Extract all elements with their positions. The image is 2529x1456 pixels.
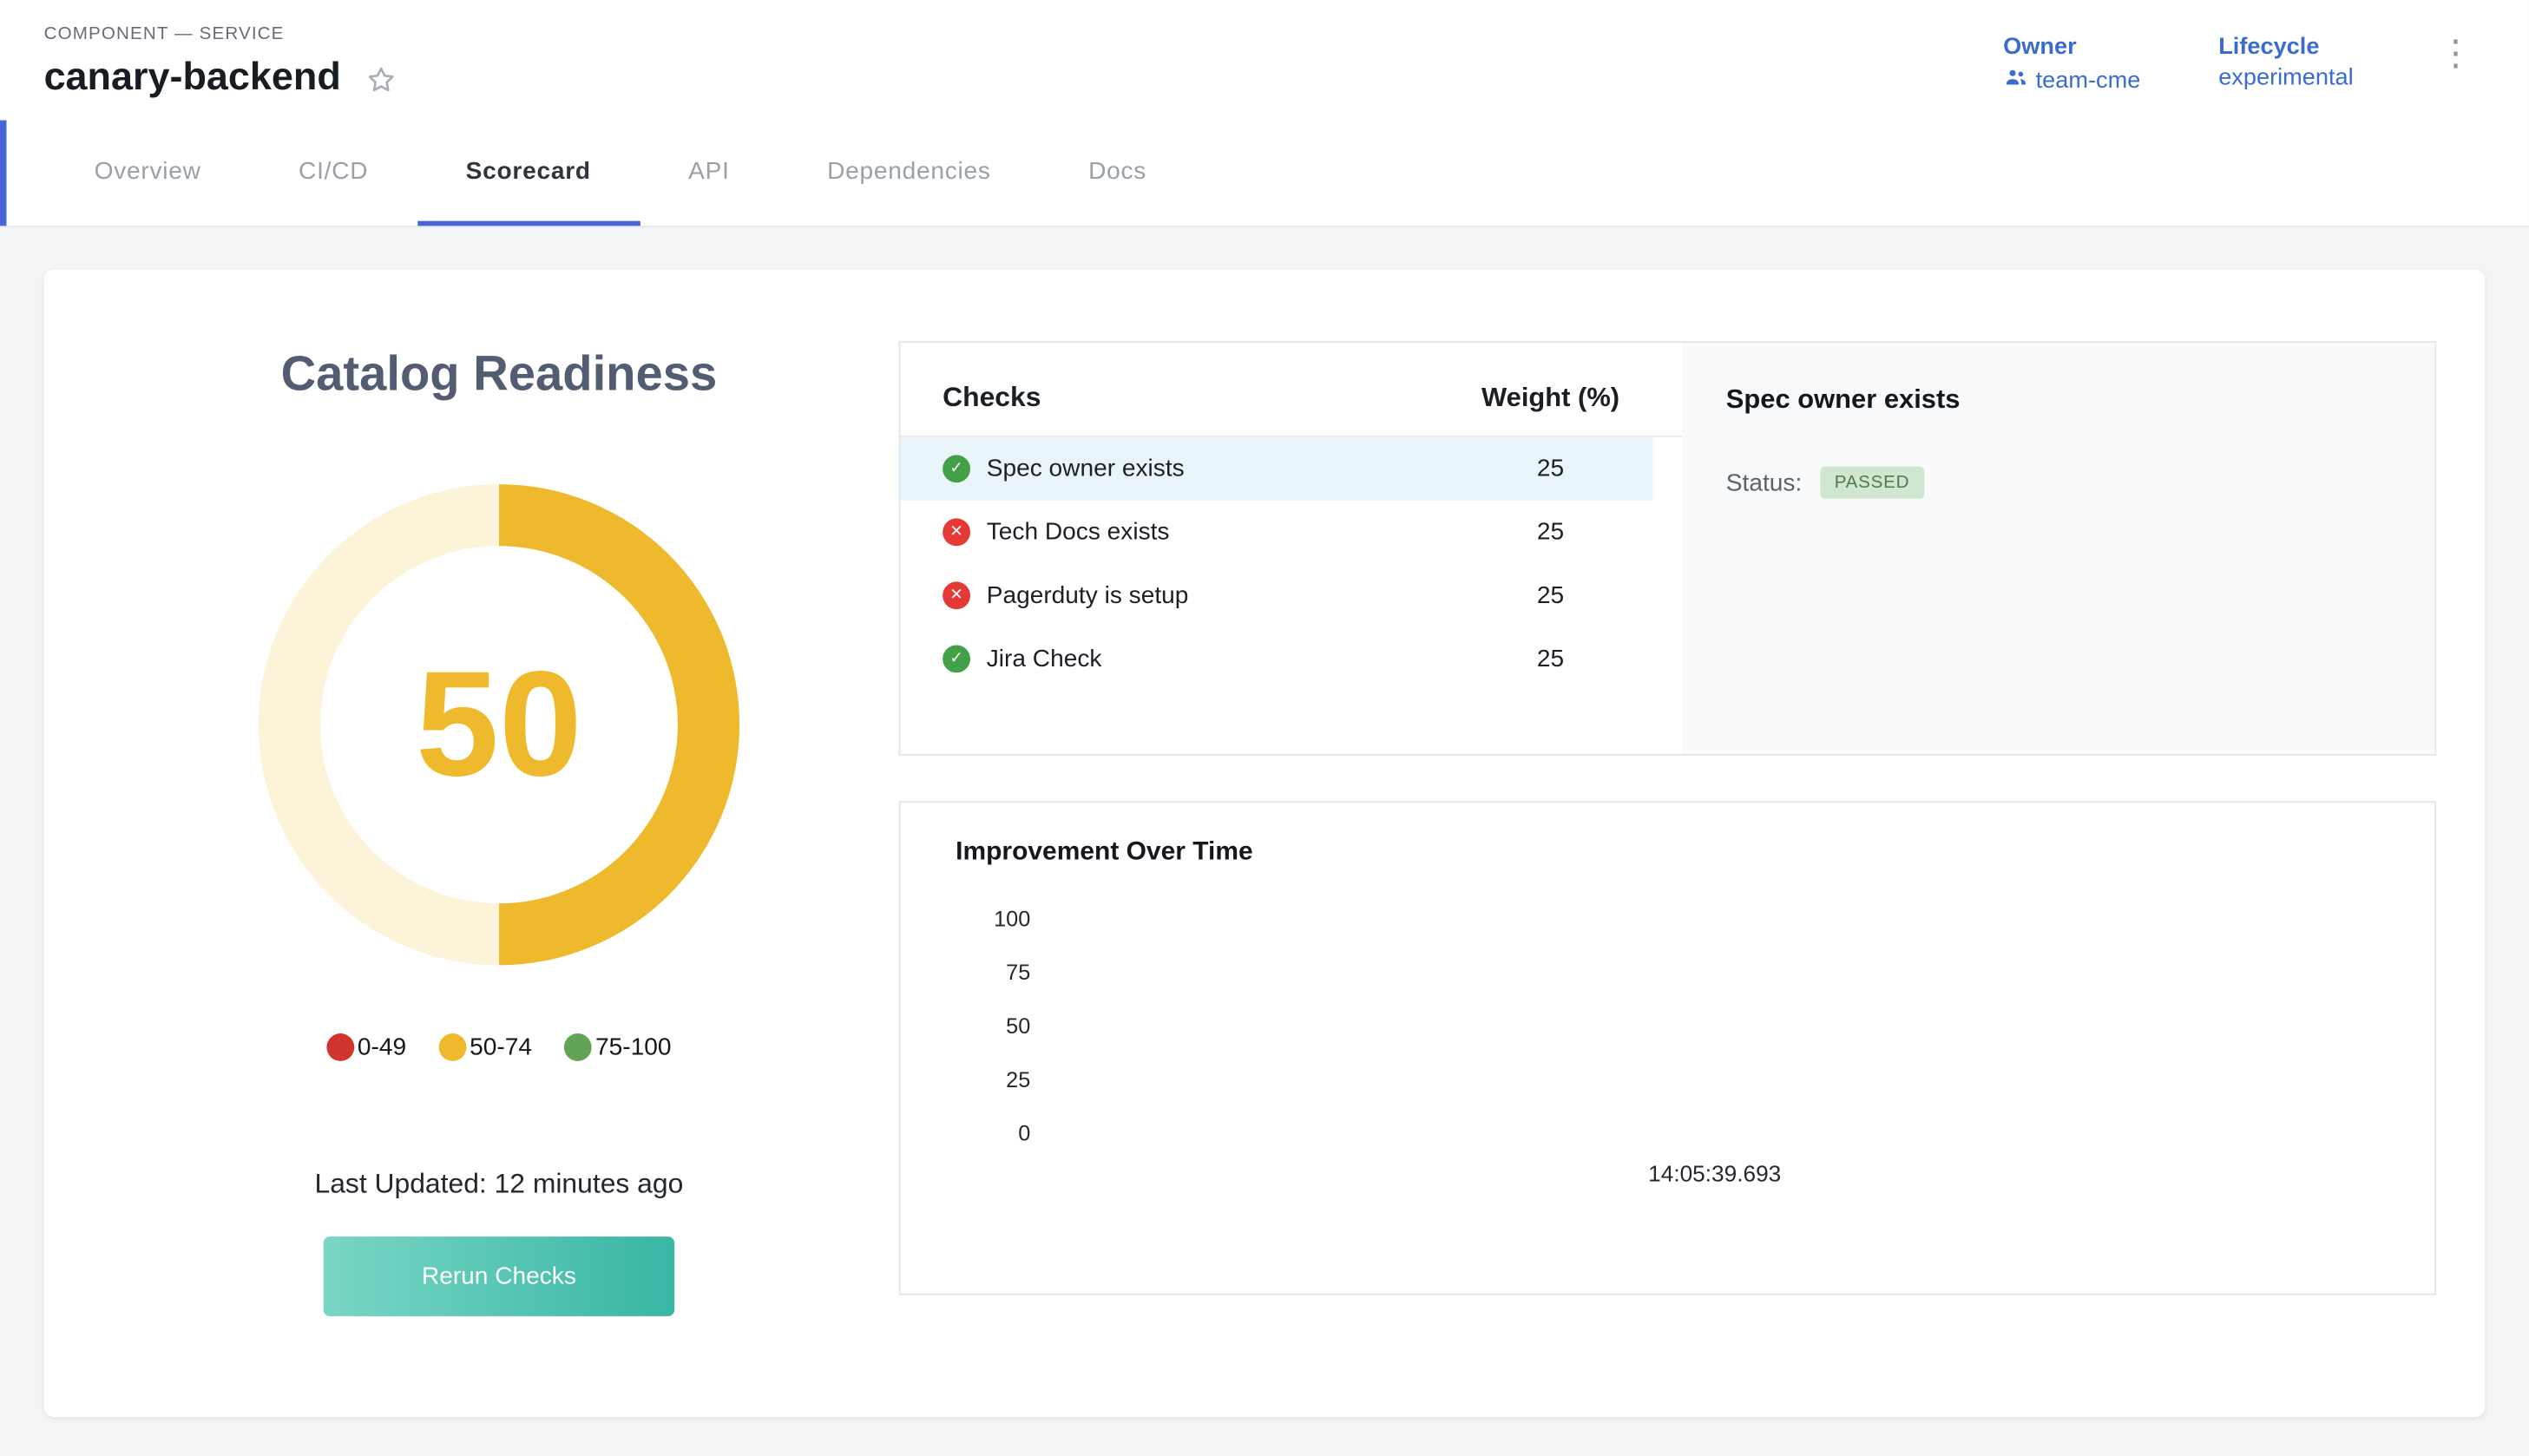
y-axis-tick: 100 bbox=[994, 907, 1030, 933]
check-passed-icon: ✓ bbox=[943, 455, 970, 482]
check-row[interactable]: ✕ Tech Docs exists25 bbox=[900, 501, 1652, 564]
checks-table-header: Checks Weight (%) bbox=[900, 343, 1682, 436]
lifecycle-value: experimental bbox=[2218, 65, 2353, 91]
more-options-icon[interactable]: ⋮ bbox=[2432, 37, 2480, 69]
check-name: Spec owner exists bbox=[987, 455, 1462, 482]
check-weight: 25 bbox=[1462, 455, 1640, 482]
check-row[interactable]: ✓ Jira Check25 bbox=[900, 627, 1652, 691]
lifecycle-block: Lifecycle experimental bbox=[2218, 34, 2353, 91]
chart-x-axis-label: 14:05:39.693 bbox=[1050, 1160, 2380, 1186]
legend-label: 50-74 bbox=[470, 1033, 532, 1061]
y-axis-tick: 0 bbox=[1018, 1121, 1030, 1147]
tab-bar-left-accent bbox=[0, 121, 6, 226]
check-detail-title: Spec owner exists bbox=[1726, 385, 2393, 416]
favorite-star-icon[interactable] bbox=[364, 62, 397, 96]
tab-dependencies[interactable]: Dependencies bbox=[778, 121, 1040, 226]
tab-bar: OverviewCI/CDScorecardAPIDependenciesDoc… bbox=[0, 121, 2529, 228]
score-legend: 0-49 50-74 75-100 bbox=[326, 1033, 671, 1061]
entity-kind-label: COMPONENT — SERVICE bbox=[44, 24, 398, 43]
checks-column-header: Checks bbox=[943, 382, 1461, 414]
entity-identity: COMPONENT — SERVICE canary-backend bbox=[44, 24, 398, 101]
main-content: Catalog Readiness 50 0-49 50-74 75-100 Las… bbox=[0, 227, 2529, 1456]
owner-block: Owner team-cme bbox=[2003, 34, 2140, 95]
y-axis-tick: 50 bbox=[1006, 1014, 1030, 1040]
check-failed-icon: ✕ bbox=[943, 518, 970, 546]
scorecard-title: Catalog Readiness bbox=[281, 348, 718, 403]
legend-item: 50-74 bbox=[439, 1033, 532, 1061]
check-name: Tech Docs exists bbox=[987, 518, 1462, 546]
check-weight: 25 bbox=[1462, 581, 1640, 609]
tab-api[interactable]: API bbox=[640, 121, 778, 226]
check-row[interactable]: ✕ Pagerduty is setup25 bbox=[900, 564, 1652, 627]
score-gauge-section: Catalog Readiness 50 0-49 50-74 75-100 Las… bbox=[108, 335, 889, 1352]
legend-label: 75-100 bbox=[595, 1033, 671, 1061]
legend-dot bbox=[439, 1033, 467, 1061]
tab-docs[interactable]: Docs bbox=[1040, 121, 1195, 226]
entity-header: COMPONENT — SERVICE canary-backend Owner bbox=[0, 0, 2529, 121]
check-name: Jira Check bbox=[987, 645, 1462, 672]
tab-overview[interactable]: Overview bbox=[45, 121, 249, 226]
chart-plot-area bbox=[1050, 907, 2380, 1147]
owner-link[interactable]: team-cme bbox=[2003, 65, 2140, 96]
chart-y-axis: 100 75 50 25 0 bbox=[956, 907, 1050, 1147]
check-weight: 25 bbox=[1462, 518, 1640, 546]
owner-label: Owner bbox=[2003, 34, 2140, 60]
chart-area: 100 75 50 25 0 bbox=[956, 907, 2379, 1147]
page: COMPONENT — SERVICE canary-backend Owner bbox=[0, 0, 2529, 1456]
checks-rows: ✓Spec owner exists25✕Tech Docs exists25✕… bbox=[900, 437, 1682, 691]
checks-section: Checks Weight (%) ✓Spec owner exists25✕T… bbox=[899, 341, 2437, 1352]
owner-value: team-cme bbox=[2036, 68, 2141, 94]
rerun-checks-button[interactable]: Rerun Checks bbox=[324, 1236, 675, 1316]
chart-title: Improvement Over Time bbox=[956, 838, 2379, 868]
status-label: Status: bbox=[1726, 469, 1802, 496]
lifecycle-label: Lifecycle bbox=[2218, 34, 2353, 60]
score-value: 50 bbox=[416, 639, 582, 810]
weight-column-header: Weight (%) bbox=[1462, 383, 1640, 414]
legend-dot bbox=[564, 1033, 592, 1061]
legend-item: 0-49 bbox=[326, 1033, 406, 1061]
checks-panel: Checks Weight (%) ✓Spec owner exists25✕T… bbox=[899, 341, 2437, 756]
last-updated-text: Last Updated: 12 minutes ago bbox=[315, 1168, 684, 1200]
score-donut-chart: 50 bbox=[259, 484, 739, 965]
y-axis-tick: 25 bbox=[1006, 1067, 1030, 1093]
legend-dot bbox=[326, 1033, 354, 1061]
tab-scorecard[interactable]: Scorecard bbox=[417, 121, 640, 226]
checks-table: Checks Weight (%) ✓Spec owner exists25✕T… bbox=[900, 343, 1682, 754]
page-title: canary-backend bbox=[44, 56, 341, 101]
improvement-chart-panel: Improvement Over Time 100 75 50 25 0 14:05:3… bbox=[899, 801, 2437, 1295]
y-axis-tick: 75 bbox=[1006, 961, 1030, 987]
legend-label: 0-49 bbox=[358, 1033, 406, 1061]
legend-item: 75-100 bbox=[564, 1033, 671, 1061]
check-failed-icon: ✕ bbox=[943, 581, 970, 609]
check-name: Pagerduty is setup bbox=[987, 581, 1462, 609]
tab-ci-cd[interactable]: CI/CD bbox=[250, 121, 417, 226]
tab-bar-items: OverviewCI/CDScorecardAPIDependenciesDoc… bbox=[45, 121, 1195, 226]
check-passed-icon: ✓ bbox=[943, 645, 970, 672]
scorecard-card: Catalog Readiness 50 0-49 50-74 75-100 Las… bbox=[44, 270, 2486, 1417]
check-row[interactable]: ✓ Spec owner exists25 bbox=[900, 437, 1652, 501]
group-icon bbox=[2003, 65, 2027, 96]
check-detail-panel: Spec owner exists Status: PASSED bbox=[1682, 343, 2434, 754]
status-badge: PASSED bbox=[1820, 466, 1924, 498]
check-weight: 25 bbox=[1462, 645, 1640, 672]
